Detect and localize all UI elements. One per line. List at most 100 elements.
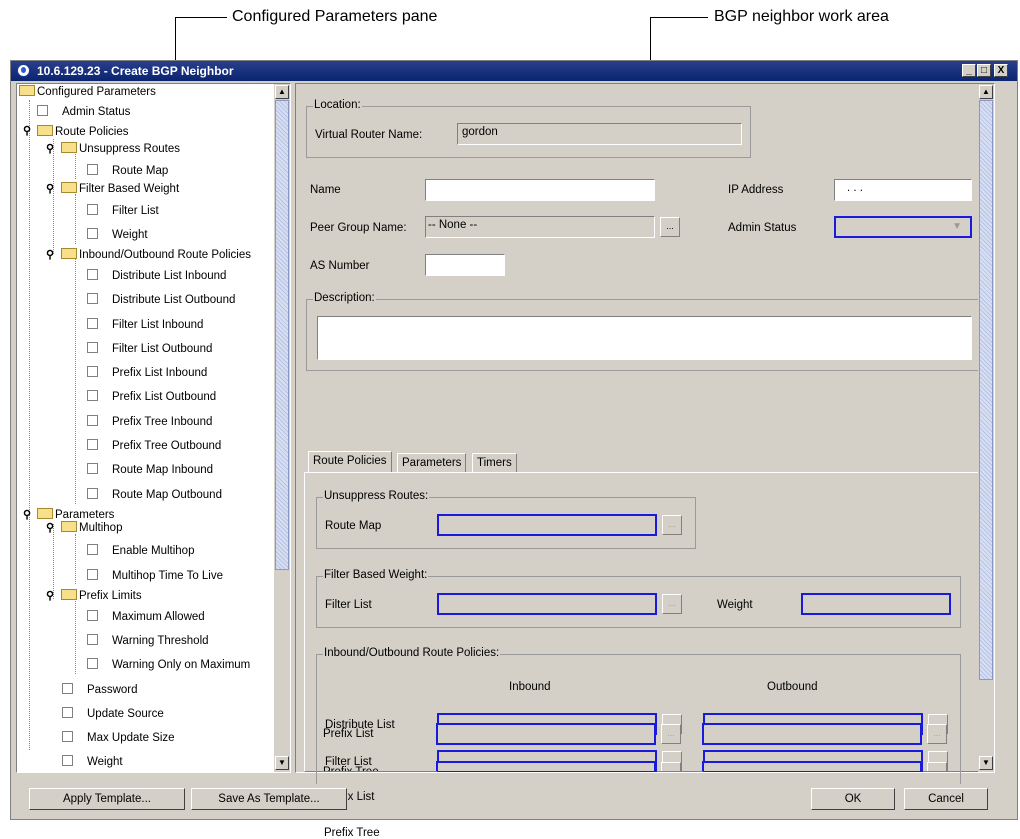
- tree-item-multihop[interactable]: Multihop: [61, 521, 122, 534]
- tree-item-prefix-list-inbound[interactable]: Prefix List Inbound: [87, 366, 207, 379]
- tree-item-route-policies[interactable]: Route Policies: [37, 125, 129, 138]
- tab-timers[interactable]: Timers: [472, 453, 517, 473]
- tree-item-filter-based-weight[interactable]: Filter Based Weight: [61, 182, 179, 195]
- tree-item-filter-list-outbound[interactable]: Filter List Outbound: [87, 342, 212, 355]
- scroll-up-icon[interactable]: ▲: [275, 85, 289, 99]
- expand-icon[interactable]: ⚲: [46, 521, 54, 534]
- tree-root[interactable]: Configured Parameters: [19, 85, 156, 98]
- prefix-list-outbound-browse[interactable]: ...: [927, 724, 947, 744]
- checkbox[interactable]: [87, 293, 98, 305]
- tree-item-route-map[interactable]: Route Map: [87, 164, 168, 177]
- prefix-tree-inbound-browse[interactable]: ...: [661, 762, 681, 771]
- as-number-input[interactable]: [425, 254, 505, 276]
- apply-template-button[interactable]: Apply Template...: [29, 788, 185, 810]
- expand-icon[interactable]: ⚲: [23, 124, 31, 137]
- checkbox[interactable]: [87, 415, 98, 427]
- ip-address-input[interactable]: . . .: [834, 179, 972, 201]
- scroll-down-icon[interactable]: ▼: [275, 756, 289, 770]
- tree-item-prefix-tree-inbound[interactable]: Prefix Tree Inbound: [87, 415, 212, 428]
- expand-icon[interactable]: ⚲: [46, 589, 54, 602]
- route-map-input[interactable]: [437, 514, 657, 536]
- configured-parameters-pane: Configured Parameters Admin Status ⚲ Rou…: [16, 83, 291, 773]
- checkbox[interactable]: [37, 105, 48, 117]
- checkbox[interactable]: [87, 204, 98, 216]
- checkbox[interactable]: [87, 366, 98, 378]
- filter-list-browse-button[interactable]: ...: [662, 594, 682, 614]
- tab-parameters[interactable]: Parameters: [397, 453, 467, 473]
- checkbox[interactable]: [87, 634, 98, 646]
- tree-item-filter-list-inbound[interactable]: Filter List Inbound: [87, 318, 203, 331]
- prefix-list-inbound-browse[interactable]: ...: [661, 724, 681, 744]
- tree-item-route-map-outbound[interactable]: Route Map Outbound: [87, 488, 222, 501]
- tree-item-update-source[interactable]: Update Source: [62, 707, 164, 720]
- work-scroll-thumb[interactable]: [979, 100, 993, 680]
- tree-item-admin-status[interactable]: Admin Status: [37, 105, 130, 118]
- ok-button[interactable]: OK: [811, 788, 895, 810]
- tree-item-filter-list[interactable]: Filter List: [87, 204, 159, 217]
- tree-item-enable-multihop[interactable]: Enable Multihop: [87, 544, 194, 557]
- prefix-tree-inbound-input[interactable]: [436, 761, 656, 771]
- checkbox[interactable]: [87, 610, 98, 622]
- route-map-browse-button[interactable]: ...: [662, 515, 682, 535]
- admin-status-select[interactable]: ▼: [834, 216, 972, 238]
- checkbox[interactable]: [87, 269, 98, 281]
- tree-item-warning-threshold[interactable]: Warning Threshold: [87, 634, 209, 647]
- save-as-template-button[interactable]: Save As Template...: [191, 788, 347, 810]
- tree-item-distribute-list-inbound[interactable]: Distribute List Inbound: [87, 269, 226, 282]
- tree-item-prefix-tree-outbound[interactable]: Prefix Tree Outbound: [87, 439, 221, 452]
- description-input[interactable]: [317, 316, 972, 360]
- title-bar[interactable]: 10.6.129.23 - Create BGP Neighbor _ □ X: [11, 61, 1017, 81]
- prefix-tree-outbound-browse[interactable]: ...: [927, 762, 947, 771]
- checkbox[interactable]: [87, 318, 98, 330]
- maximize-button[interactable]: □: [977, 64, 991, 77]
- checkbox[interactable]: [87, 463, 98, 475]
- prefix-list-inbound-input[interactable]: [436, 723, 656, 745]
- expand-icon[interactable]: ⚲: [46, 182, 54, 195]
- tree-item-weight-param[interactable]: Weight: [62, 755, 123, 768]
- prefix-list-outbound-input[interactable]: [702, 723, 922, 745]
- tree-item-route-map-inbound[interactable]: Route Map Inbound: [87, 463, 214, 476]
- tree-item-weight[interactable]: Weight: [87, 228, 148, 241]
- checkbox[interactable]: [62, 683, 73, 695]
- scroll-down-icon[interactable]: ▼: [979, 756, 993, 770]
- tree-item-prefix-list-outbound[interactable]: Prefix List Outbound: [87, 390, 216, 403]
- tree-scroll-thumb[interactable]: [275, 100, 289, 570]
- peer-group-browse-button[interactable]: ...: [660, 217, 680, 237]
- close-button[interactable]: X: [994, 64, 1008, 77]
- tab-route-policies[interactable]: Route Policies: [308, 451, 392, 473]
- minimize-button[interactable]: _: [962, 64, 976, 77]
- checkbox[interactable]: [87, 569, 98, 581]
- tree-item-inout-policies[interactable]: Inbound/Outbound Route Policies: [61, 248, 251, 261]
- tree-item-distribute-list-outbound[interactable]: Distribute List Outbound: [87, 293, 235, 306]
- expand-icon[interactable]: ⚲: [46, 142, 54, 155]
- scroll-up-icon[interactable]: ▲: [979, 85, 993, 99]
- checkbox[interactable]: [87, 390, 98, 402]
- tree-item-unsuppress-routes[interactable]: Unsuppress Routes: [61, 142, 180, 155]
- weight-input[interactable]: [801, 593, 951, 615]
- tree-item-multihop-ttl[interactable]: Multihop Time To Live: [87, 569, 224, 582]
- checkbox[interactable]: [62, 707, 73, 719]
- prefix-tree-outbound-input[interactable]: [702, 761, 922, 771]
- tree-item-prefix-limits[interactable]: Prefix Limits: [61, 589, 142, 602]
- checkbox[interactable]: [87, 544, 98, 556]
- filter-list-input[interactable]: [437, 593, 657, 615]
- checkbox[interactable]: [62, 731, 73, 743]
- name-input[interactable]: [425, 179, 655, 201]
- tree-item-max-update-size[interactable]: Max Update Size: [62, 731, 175, 744]
- tree-item-maximum-allowed[interactable]: Maximum Allowed: [87, 610, 205, 623]
- checkbox[interactable]: [87, 164, 98, 176]
- checkbox[interactable]: [87, 488, 98, 500]
- checkbox[interactable]: [87, 342, 98, 354]
- tree-item-parameters[interactable]: Parameters: [37, 508, 114, 521]
- tree-item-warning-only-max[interactable]: Warning Only on Maximum: [87, 658, 250, 671]
- expand-icon[interactable]: ⚲: [46, 248, 54, 261]
- checkbox[interactable]: [87, 228, 98, 240]
- cancel-button[interactable]: Cancel: [904, 788, 988, 810]
- tree-item-password[interactable]: Password: [62, 683, 138, 696]
- tree-label: Multihop Time To Live: [112, 570, 224, 582]
- tree-label: Route Map Inbound: [112, 464, 214, 476]
- expand-icon[interactable]: ⚲: [23, 508, 31, 521]
- checkbox[interactable]: [62, 755, 73, 767]
- checkbox[interactable]: [87, 439, 98, 451]
- checkbox[interactable]: [87, 658, 98, 670]
